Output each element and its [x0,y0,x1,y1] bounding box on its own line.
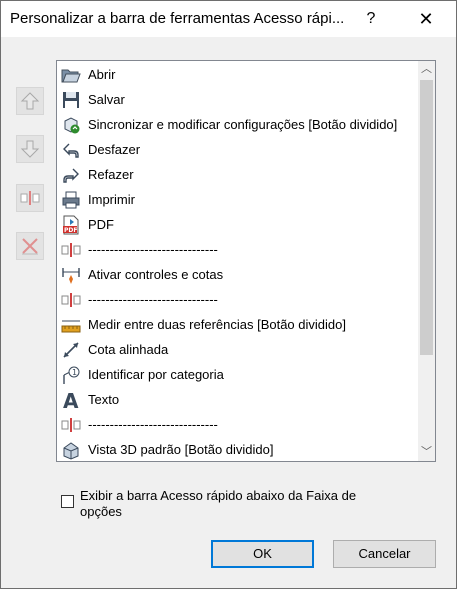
list-item-label: Abrir [88,67,116,82]
separator-icon [61,240,81,260]
list-item[interactable]: Ativar controles e cotas [57,262,414,287]
floppy-disk-icon [61,90,81,110]
measure-icon [61,315,81,335]
printer-icon [61,190,81,210]
move-up-button[interactable] [16,87,44,115]
arrow-down-icon [20,140,40,158]
svg-text:PDF: PDF [64,227,77,234]
list-item[interactable]: Cota alinhada [57,337,414,362]
list-item-label: Ativar controles e cotas [88,267,224,282]
list-item[interactable]: 1 Identificar por categoria [57,362,414,387]
list-item-label: Cota alinhada [88,342,169,357]
remove-button[interactable] [16,232,44,260]
help-button[interactable]: ? [361,8,381,30]
ok-button[interactable]: OK [211,540,314,568]
list-item-label: ------------------------------ [88,417,218,432]
list-item[interactable]: Imprimir [57,187,414,212]
scroll-down-icon[interactable]: ﹀ [418,444,435,461]
list-item[interactable]: Refazer [57,162,414,187]
scroll-thumb[interactable] [420,80,433,355]
cancel-button[interactable]: Cancelar [333,540,436,568]
redo-icon [61,165,81,185]
pdf-icon: PDF [61,215,81,235]
3d-view-icon [61,440,81,460]
add-separator-button[interactable] [16,184,44,212]
list-item[interactable]: Salvar [57,87,414,112]
list-item-label: Desfazer [88,142,141,157]
list-item-label: ------------------------------ [88,242,218,257]
tag-icon: 1 [61,365,81,385]
list-item[interactable]: ------------------------------ [57,412,414,437]
list-item-label: Identificar por categoria [88,367,224,382]
list-item-label: Vista 3D padrão [Botão dividido] [88,442,274,457]
show-below-ribbon-label: Exibir a barra Acesso rápido abaixo da F… [80,488,357,519]
list-item-label: Refazer [88,167,134,182]
list-item[interactable]: Abrir [57,62,414,87]
dialog-title: Personalizar a barra de ferramentas Aces… [10,10,345,27]
list-item[interactable]: Vista 3D padrão [Botão dividido] [57,437,414,461]
list-item-label: Salvar [88,92,125,107]
list-item-label: Sincronizar e modificar configurações [B… [88,117,398,132]
list-item[interactable]: A Texto [57,387,414,413]
separator-icon [61,415,81,435]
list-item-label: Imprimir [88,192,135,207]
list-item[interactable]: Medir entre duas referências [Botão divi… [57,312,414,337]
list-item-label: ------------------------------ [88,292,218,307]
dimension-controls-icon [61,265,81,285]
vertical-scrollbar[interactable]: ︿ ﹀ [418,61,435,461]
undo-icon [61,140,81,160]
svg-text:A: A [63,390,79,410]
list-item[interactable]: PDF PDF [57,212,414,237]
separator-icon [61,290,81,310]
list-item[interactable]: Sincronizar e modificar configurações [B… [57,112,414,137]
remove-icon [22,238,38,255]
title-bar: Personalizar a barra de ferramentas Aces… [1,1,456,37]
list-item-label: Medir entre duas referências [Botão divi… [88,317,346,332]
show-below-ribbon-checkbox[interactable] [61,495,74,508]
scroll-up-icon[interactable]: ︿ [418,61,435,78]
arrow-up-icon [20,92,40,110]
commands-list[interactable]: Abrir Salvar Sincronizar e modificar confi… [56,60,436,462]
close-button[interactable]: ✕ [414,8,438,30]
aligned-dimension-icon [61,340,81,360]
folder-open-icon [61,65,81,85]
list-item-label: PDF [88,217,114,232]
list-item[interactable]: ------------------------------ [57,287,414,312]
svg-text:1: 1 [72,368,77,377]
move-down-button[interactable] [16,135,44,163]
text-icon: A [61,389,81,413]
sync-icon [61,115,81,135]
list-item[interactable]: Desfazer [57,137,414,162]
list-item[interactable]: ------------------------------ [57,237,414,262]
list-item-label: Texto [88,392,120,407]
customize-quick-access-dialog: Personalizar a barra de ferramentas Aces… [0,0,457,589]
separator-icon [20,191,40,205]
